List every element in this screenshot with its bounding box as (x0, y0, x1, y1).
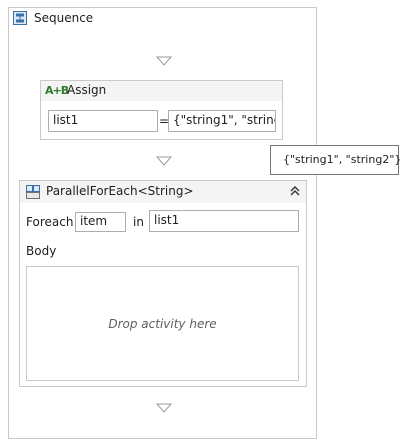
parallel-foreach-icon (26, 185, 40, 199)
foreach-item-field[interactable]: item (75, 212, 126, 232)
parallel-foreach-activity[interactable]: ParallelForEach<String> Foreach item in … (19, 180, 307, 387)
drop-arrow-icon[interactable] (155, 402, 173, 416)
assign-title: Assign (67, 83, 107, 97)
assign-activity[interactable]: A+B Assign list1 = {"string1", "string2 (40, 80, 283, 140)
sequence-header[interactable]: Sequence (9, 8, 316, 30)
in-label: in (133, 215, 144, 229)
assign-header[interactable]: A+B Assign (41, 81, 282, 101)
foreach-label: Foreach (26, 215, 74, 229)
foreach-collection-field[interactable]: list1 (149, 210, 299, 232)
assign-to-field[interactable]: list1 (48, 110, 158, 132)
sequence-icon (13, 11, 27, 25)
assign-icon: A+B (45, 84, 69, 97)
body-label: Body (26, 244, 57, 258)
drop-arrow-icon[interactable] (155, 55, 173, 69)
parallel-foreach-header[interactable]: ParallelForEach<String> (20, 181, 306, 203)
drop-hint: Drop activity here (108, 317, 217, 331)
parallel-foreach-title: ParallelForEach<String> (46, 184, 194, 198)
drop-arrow-icon[interactable] (155, 155, 173, 169)
sequence-title: Sequence (34, 11, 94, 25)
double-chevron-up-icon[interactable] (288, 184, 302, 198)
expression-tooltip: {"string1", "string2"} (270, 145, 401, 175)
assign-value-field[interactable]: {"string1", "string2 (168, 110, 276, 132)
body-drop-zone[interactable]: Drop activity here (26, 266, 299, 381)
